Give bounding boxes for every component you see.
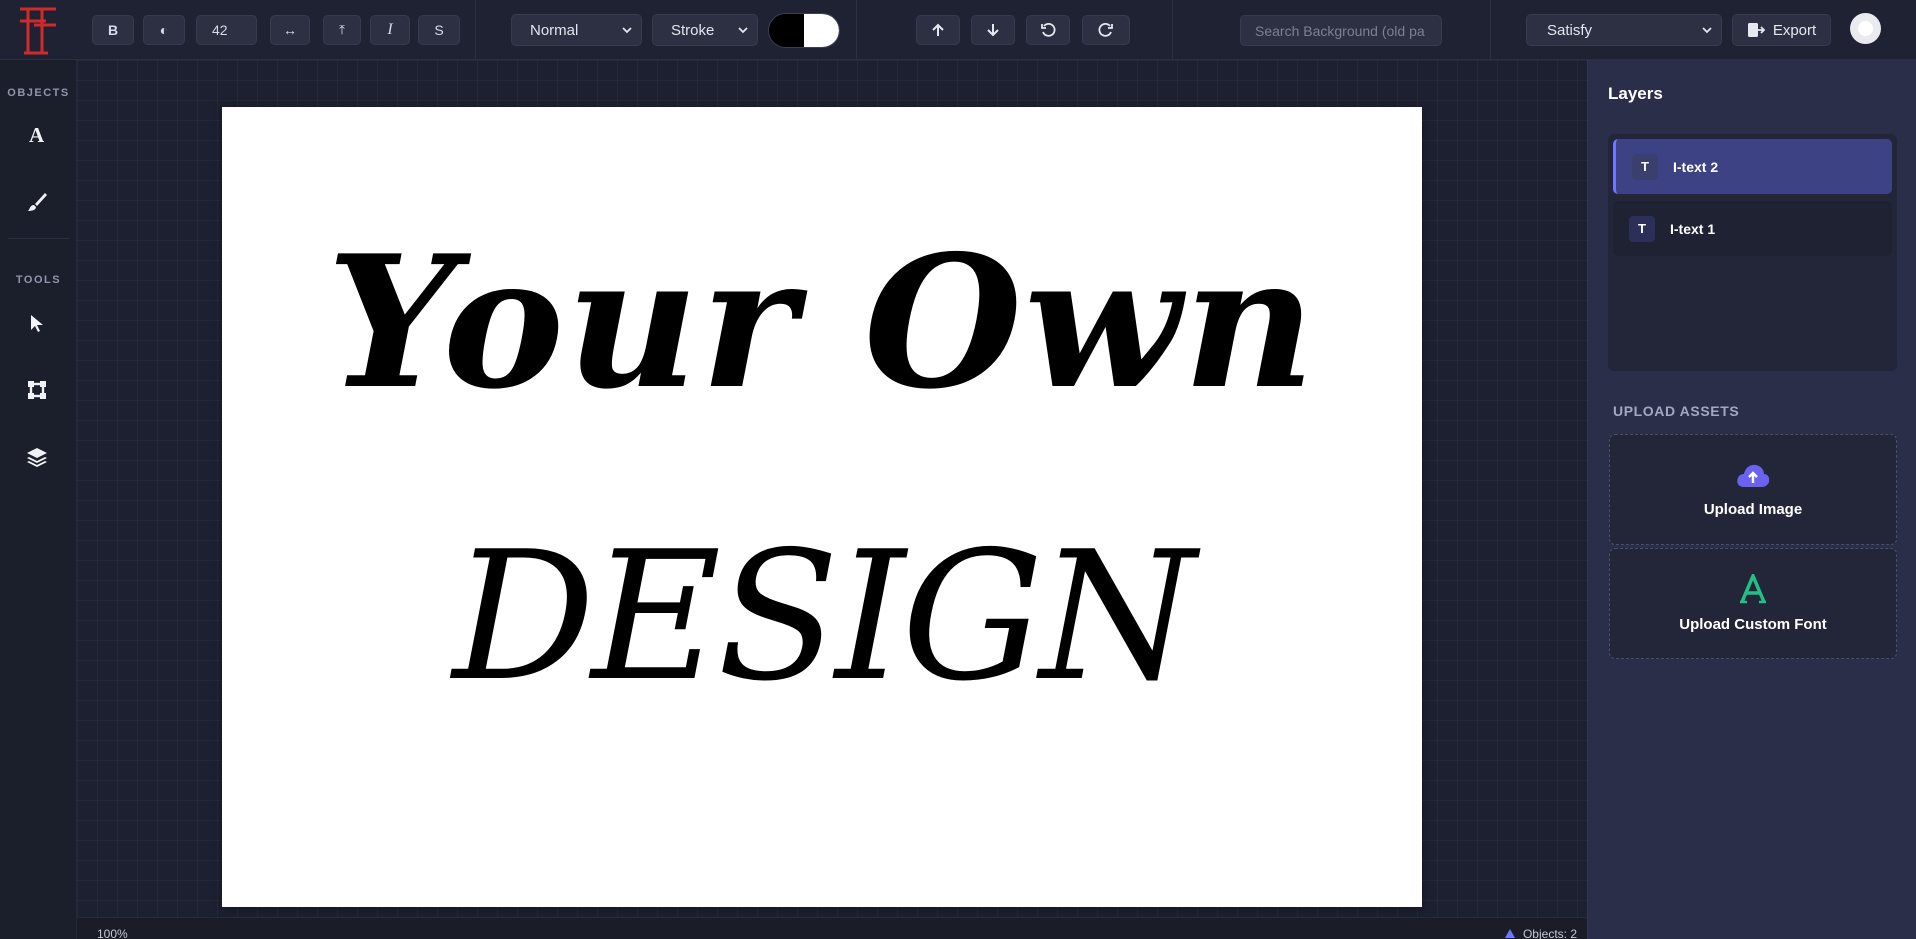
canvas-workspace[interactable]: Your Own DESIGN [77, 60, 1587, 919]
line-height-button[interactable]: ⤒ [323, 15, 361, 45]
layers-list: T I-text 2 T I-text 1 [1608, 134, 1897, 371]
upload-font-button[interactable]: Upload Custom Font [1609, 548, 1897, 659]
zoom-level: 100% [97, 927, 128, 939]
layer-name: I-text 2 [1673, 158, 1719, 175]
layer-item-itext-2[interactable]: T I-text 2 [1613, 139, 1892, 194]
layer-name: I-text 1 [1670, 220, 1716, 237]
font-size-input[interactable]: 42 [196, 15, 257, 45]
right-panel: Layers T I-text 2 T I-text 1 UPLOAD ASSE… [1587, 60, 1916, 939]
bold-button[interactable]: B [92, 15, 134, 45]
chevron-down-icon [622, 27, 632, 34]
design-artboard[interactable]: Your Own DESIGN [222, 107, 1422, 907]
text-layer-icon: T [1629, 215, 1655, 242]
sidebar-divider [8, 238, 70, 239]
upload-font-label: Upload Custom Font [1679, 616, 1827, 633]
text-tool-button[interactable]: A [14, 113, 60, 157]
object-count-label: Objects: 2 [1522, 927, 1577, 939]
layer-item-itext-1[interactable]: T I-text 1 [1613, 201, 1892, 256]
italic-button[interactable]: I [370, 15, 410, 45]
crop-frame-icon [28, 381, 46, 399]
upload-assets-title: UPLOAD ASSETS [1613, 403, 1740, 419]
export-icon [1747, 23, 1765, 37]
avatar-icon [1858, 21, 1873, 36]
undo-icon [1041, 22, 1056, 37]
canvas-text-line-1[interactable]: Your Own [222, 222, 1422, 422]
tools-section-title: TOOLS [15, 274, 62, 286]
text-layer-icon: T [1632, 153, 1658, 180]
text-a-icon: A [29, 124, 45, 146]
blend-mode-value: Normal [530, 21, 579, 39]
brush-tool-button[interactable] [14, 180, 60, 224]
toolbar-divider [1172, 0, 1173, 60]
arrow-down-icon [987, 24, 999, 37]
letter-spacing-button[interactable]: ↔ [270, 15, 310, 45]
upload-image-button[interactable]: Upload Image [1609, 434, 1897, 545]
strikethrough-button[interactable]: S [418, 15, 460, 45]
font-a-icon [1740, 574, 1766, 604]
upload-image-label: Upload Image [1703, 501, 1803, 518]
cursor-arrow-icon [31, 315, 43, 332]
chevron-down-icon [1702, 27, 1712, 34]
toolbar-divider [856, 0, 857, 60]
object-count: Objects: 2 [1503, 927, 1577, 939]
layers-stack-icon [27, 448, 47, 467]
stroke-mode-value: Stroke [671, 21, 715, 39]
canvas-text-line-2[interactable]: DESIGN [222, 517, 1422, 717]
shapes-icon [1504, 929, 1515, 938]
fill-color-swatch[interactable] [769, 14, 804, 47]
font-family-value: Satisfy [1547, 21, 1593, 39]
background-search-input[interactable] [1240, 15, 1442, 46]
select-tool-button[interactable] [14, 301, 60, 345]
toolbar-divider [475, 0, 476, 60]
stroke-color-swatch[interactable] [804, 14, 839, 47]
status-bar: 100% Objects: 2 [77, 917, 1587, 939]
layers-tool-button[interactable] [14, 435, 60, 479]
undo-button[interactable] [1026, 15, 1070, 45]
redo-icon [1098, 22, 1113, 37]
toolbar-divider [1490, 0, 1491, 60]
paintbrush-icon [28, 193, 47, 211]
send-backward-button[interactable] [971, 15, 1015, 45]
contrast-button[interactable]: ◐ [143, 15, 185, 45]
left-sidebar: OBJECTS A TOOLS [0, 60, 77, 939]
export-label: Export [1772, 21, 1817, 39]
top-toolbar: B ◐ 42 ↔ ⤒ I S Normal Stroke Search Back… [0, 0, 1916, 60]
font-family-select[interactable]: Satisfy [1526, 14, 1722, 46]
chevron-down-icon [738, 27, 748, 34]
arrow-up-icon [932, 23, 944, 36]
user-avatar[interactable] [1850, 13, 1881, 44]
objects-section-title: OBJECTS [7, 87, 70, 99]
bring-forward-button[interactable] [916, 15, 960, 45]
layers-panel-title: Layers [1608, 84, 1663, 103]
svg-text:A: A [29, 124, 45, 146]
app-root: B ◐ 42 ↔ ⤒ I S Normal Stroke Search Back… [0, 0, 1916, 939]
export-button[interactable]: Export [1732, 14, 1831, 46]
stroke-mode-select[interactable]: Stroke [652, 14, 758, 46]
frame-tool-button[interactable] [14, 368, 60, 412]
fill-stroke-color-toggle[interactable] [768, 13, 840, 48]
app-logo-icon[interactable] [16, 3, 60, 57]
cloud-upload-icon [1737, 464, 1770, 487]
redo-button[interactable] [1082, 15, 1130, 45]
blend-mode-select[interactable]: Normal [511, 14, 642, 46]
